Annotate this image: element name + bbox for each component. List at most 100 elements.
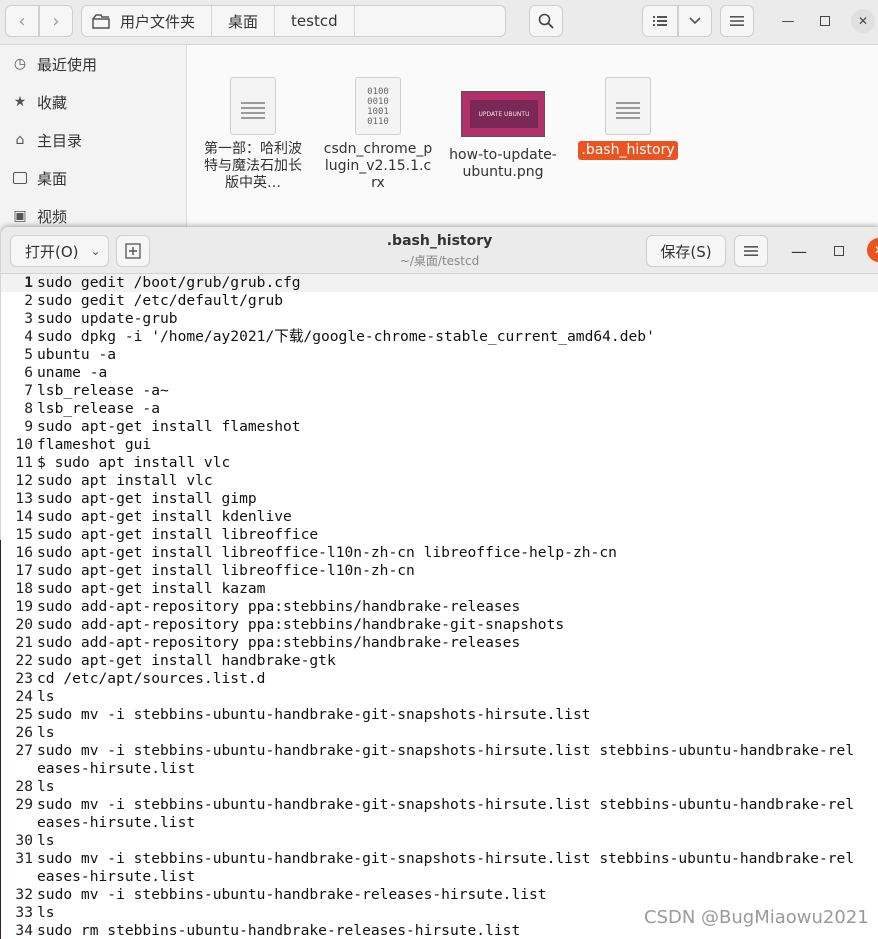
list-view-button[interactable] [642, 5, 678, 37]
back-button[interactable]: ‹ [5, 5, 39, 37]
minimize-icon: — [791, 241, 807, 261]
text-line[interactable]: 22 sudo apt-get install handbrake-gtk [1, 652, 878, 670]
line-number: 21 [15, 634, 33, 651]
text-line[interactable]: 9 sudo apt-get install flameshot [1, 418, 878, 436]
text-line[interactable]: 30 ls [1, 832, 878, 850]
maximize-button[interactable] [827, 239, 851, 263]
text-line[interactable]: 24 ls [1, 688, 878, 706]
clock-icon: ◷ [13, 56, 27, 72]
text-line[interactable]: 21 sudo add-apt-repository ppa:stebbins/h… [1, 634, 878, 652]
text-line[interactable]: 11 $ sudo apt install vlc [1, 454, 878, 472]
line-text: sudo apt-get install flameshot [37, 418, 301, 435]
search-button[interactable] [529, 5, 563, 37]
thumbnail-caption: UPDATE UBUNTU [470, 100, 538, 128]
maximize-icon [820, 16, 830, 26]
line-text: flameshot gui [37, 436, 152, 453]
forward-button[interactable]: › [39, 5, 73, 37]
text-line[interactable]: 3 sudo update-grub [1, 310, 878, 328]
home-icon: ⌂ [15, 132, 25, 148]
text-line[interactable]: 6 uname -a [1, 364, 878, 382]
line-number: 1 [24, 274, 33, 291]
path-segment-testcd[interactable]: testcd [275, 6, 355, 36]
path-bar: 用户文件夹 桌面 testcd [81, 5, 506, 37]
line-text: sudo apt-get install libreoffice-l10n-zh… [37, 544, 617, 561]
line-text: sudo apt-get install kazam [37, 580, 266, 597]
text-line[interactable]: 26 ls [1, 724, 878, 742]
text-line[interactable]: 13 sudo apt-get install gimp [1, 490, 878, 508]
minimize-button[interactable]: — [787, 239, 811, 263]
text-line[interactable]: 16 sudo apt-get install libreoffice-l10n-… [1, 544, 878, 562]
line-text: uname -a [37, 364, 108, 381]
text-editor-window: 打开(O) ⌄ .bash_history ~/桌面/testcd 保存(S) … [1, 227, 878, 939]
line-number: 26 [15, 724, 33, 741]
sidebar-item-label: 桌面 [37, 169, 68, 188]
text-line[interactable]: 8 lsb_release -a [1, 400, 878, 418]
line-number: 22 [15, 652, 33, 669]
line-text: sudo mv -i stebbins-ubuntu-handbrake-git… [37, 796, 855, 831]
text-line[interactable]: 29 sudo mv -i stebbins-ubuntu-handbrake-g… [1, 796, 878, 832]
path-segment-label: 用户文件夹 [120, 12, 196, 31]
line-number: 19 [15, 598, 33, 615]
close-icon: ✕ [857, 14, 869, 28]
line-number: 4 [24, 328, 33, 345]
editor-menu-button[interactable] [734, 235, 768, 267]
sidebar-item-desktop[interactable]: 桌面 [0, 159, 186, 197]
line-text: sudo gedit /etc/default/grub [37, 292, 284, 309]
image-thumbnail: UPDATE UBUNTU [461, 91, 545, 137]
text-view[interactable]: 1 sudo gedit /boot/grub/grub.cfg 2 sudo ged… [1, 274, 878, 939]
maximize-button[interactable] [813, 9, 837, 33]
text-line[interactable]: 10 flameshot gui [1, 436, 878, 454]
sidebar-item-home[interactable]: ⌂ 主目录 [0, 121, 186, 159]
save-button[interactable]: 保存(S) [646, 235, 726, 267]
text-line[interactable]: 7 lsb_release -a~ [1, 382, 878, 400]
text-line[interactable]: 25 sudo mv -i stebbins-ubuntu-handbrake-g… [1, 706, 878, 724]
line-number: 20 [15, 616, 33, 633]
text-line[interactable]: 28 ls [1, 778, 878, 796]
main-menu-button[interactable] [720, 5, 754, 37]
text-line[interactable]: 31 sudo mv -i stebbins-ubuntu-handbrake-g… [1, 850, 878, 886]
document-icon [230, 77, 276, 135]
text-line[interactable]: 1 sudo gedit /boot/grub/grub.cfg [1, 274, 878, 292]
file-name: how-to-update-ubuntu.png [449, 147, 557, 180]
line-text: sudo dpkg -i '/home/ay2021/下载/google-chr… [37, 328, 655, 345]
sidebar-item-label: 收藏 [37, 93, 68, 112]
path-segment-desktop[interactable]: 桌面 [212, 6, 276, 36]
file-item-csdn-plugin[interactable]: 0100 0010 1001 0110 csdn_chrome_plugin_v2.1… [323, 70, 433, 192]
line-number: 15 [15, 526, 33, 543]
line-text: sudo apt-get install kdenlive [37, 508, 292, 525]
line-number: 32 [15, 886, 33, 903]
line-number: 29 [15, 796, 33, 813]
file-item-harry-potter[interactable]: 第一部：哈利波特与魔法石加长版中英… [198, 70, 308, 192]
text-line[interactable]: 23 cd /etc/apt/sources.list.d [1, 670, 878, 688]
file-manager-headerbar: ‹ › 用户文件夹 桌面 testcd — ✕ [0, 0, 878, 45]
text-line[interactable]: 15 sudo apt-get install libreoffice [1, 526, 878, 544]
line-text: lsb_release -a [37, 400, 161, 417]
line-text: ls [37, 688, 55, 705]
text-line[interactable]: 14 sudo apt-get install kdenlive [1, 508, 878, 526]
text-line[interactable]: 4 sudo dpkg -i '/home/ay2021/下载/google-ch… [1, 328, 878, 346]
text-line[interactable]: 18 sudo apt-get install kazam [1, 580, 878, 598]
sidebar-item-recent[interactable]: ◷ 最近使用 [0, 45, 186, 83]
sidebar-item-label: 视频 [37, 207, 68, 226]
line-number: 25 [15, 706, 33, 723]
text-line[interactable]: 17 sudo apt-get install libreoffice-l10n-… [1, 562, 878, 580]
path-segment-home[interactable]: 用户文件夹 [82, 6, 213, 36]
line-text: sudo add-apt-repository ppa:stebbins/han… [37, 616, 565, 633]
minimize-button[interactable]: — [776, 9, 800, 33]
text-line[interactable]: 5 ubuntu -a [1, 346, 878, 364]
text-line[interactable]: 27 sudo mv -i stebbins-ubuntu-handbrake-g… [1, 742, 878, 778]
star-icon: ★ [13, 94, 27, 110]
file-item-update-ubuntu-png[interactable]: UPDATE UBUNTU how-to-update-ubuntu.png [448, 70, 558, 181]
text-line[interactable]: 12 sudo apt install vlc [1, 472, 878, 490]
text-line[interactable]: 2 sudo gedit /etc/default/grub [1, 292, 878, 310]
sidebar-item-starred[interactable]: ★ 收藏 [0, 83, 186, 121]
file-item-bash-history[interactable]: .bash_history [573, 70, 683, 160]
line-text: sudo apt-get install libreoffice [37, 526, 319, 543]
close-button[interactable]: ✕ [851, 9, 875, 33]
text-line[interactable]: 20 sudo add-apt-repository ppa:stebbins/h… [1, 616, 878, 634]
line-text: sudo mv -i stebbins-ubuntu-handbrake-git… [37, 850, 855, 885]
text-line[interactable]: 32 sudo mv -i stebbins-ubuntu-handbrake-r… [1, 886, 878, 904]
line-text: sudo add-apt-repository ppa:stebbins/han… [37, 634, 521, 651]
text-line[interactable]: 19 sudo add-apt-repository ppa:stebbins/h… [1, 598, 878, 616]
view-options-button[interactable] [678, 5, 712, 37]
